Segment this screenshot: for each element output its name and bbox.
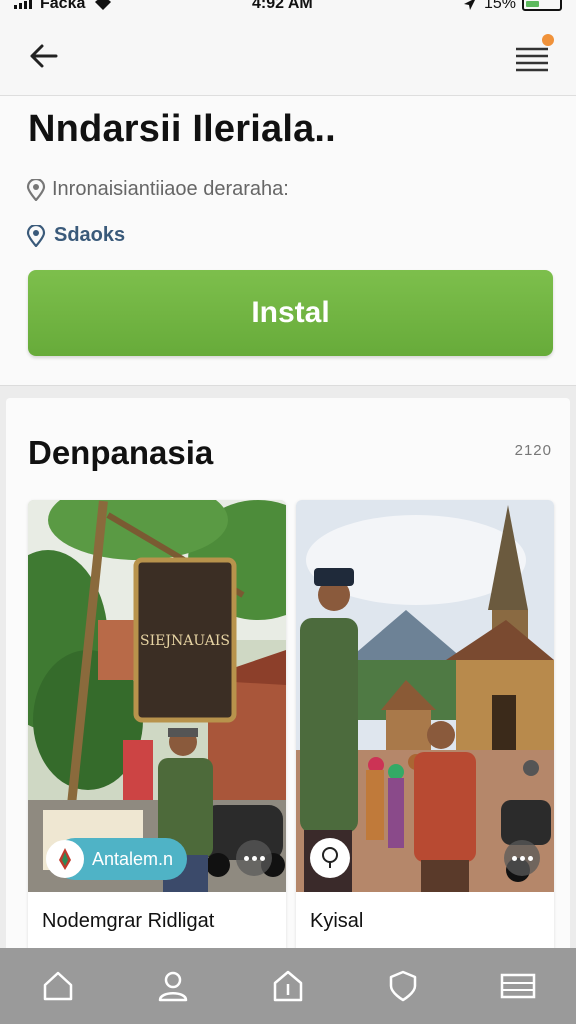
media-caption: Kyisal (310, 910, 364, 932)
nav-apps[interactable] (264, 962, 312, 1010)
section-count: 2120 (514, 442, 552, 459)
nav-shield[interactable] (379, 962, 427, 1010)
subtitle-row: Inronaisiantiiaoe deraraha: (26, 178, 289, 201)
location-pin-icon (26, 178, 46, 201)
app-info-card: Nndarsii Ileriala.. Inronaisiantiiaoe de… (0, 96, 576, 386)
profile-icon (158, 971, 188, 1002)
menu-icon (501, 973, 536, 999)
publisher-badge-label: Antalem.n (92, 848, 174, 869)
location-row[interactable]: Sdaoks (26, 224, 125, 247)
nav-menu[interactable] (494, 962, 542, 1010)
home-icon (43, 971, 72, 1001)
nav-home[interactable] (34, 962, 82, 1010)
back-button[interactable] (26, 38, 62, 74)
location-label: Sdaoks (54, 224, 126, 246)
media-card[interactable]: SIEJNAUAIS Antalem.n Nodemgrar Ridligat (28, 500, 286, 960)
app-header (0, 16, 576, 96)
shield-icon (389, 970, 417, 1002)
publisher-badge[interactable]: Antalem.n (46, 838, 188, 880)
notification-dot (542, 34, 554, 46)
bottom-navigation (0, 948, 576, 1024)
more-options-button[interactable] (236, 840, 272, 876)
clock: 4:92 AM (252, 0, 313, 12)
menu-button[interactable] (514, 34, 554, 76)
battery-percent: 15% (483, 0, 516, 12)
arrow-left-icon (30, 44, 58, 68)
media-caption: Nodemgrar Ridligat (42, 910, 215, 932)
location-pin-icon (26, 224, 46, 247)
app-subtitle: Inronaisiantiiaoe deraraha: (52, 178, 289, 200)
nav-profile[interactable] (149, 962, 197, 1010)
battery-icon (522, 0, 562, 11)
map-pin-icon (322, 847, 338, 868)
status-bar: Facka 4:92 AM 15% (0, 0, 576, 16)
signal-icon (14, 0, 32, 9)
carrier-name: Facka (40, 0, 86, 12)
page-title: Nndarsii Ileriala.. (28, 108, 336, 150)
media-photo-temple-crowd[interactable] (296, 500, 554, 892)
location-arrow-icon (463, 0, 475, 10)
publisher-logo-icon (46, 840, 84, 878)
sign-text: SIEJNAUAIS (140, 633, 230, 649)
install-button[interactable]: Instal (28, 270, 553, 356)
more-options-button[interactable] (504, 840, 540, 876)
media-card[interactable]: Kyisal (296, 500, 554, 960)
location-pin-button[interactable] (310, 838, 350, 878)
apps-icon (273, 970, 303, 1002)
media-photo-market-sign[interactable]: SIEJNAUAIS (28, 500, 286, 892)
section-title: Denpanasia (28, 434, 214, 471)
gallery-section: Denpanasia 2120 SIEJNAUAIS Antalem.n Nod… (6, 398, 570, 960)
wifi-icon (95, 0, 112, 10)
